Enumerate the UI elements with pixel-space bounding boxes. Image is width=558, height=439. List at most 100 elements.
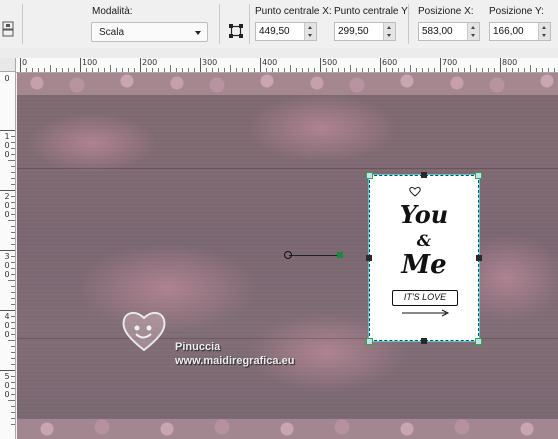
ruler-minor-tick (194, 68, 195, 72)
toolbar-gap (0, 48, 558, 58)
ruler-minor-tick (104, 68, 105, 72)
ruler-minor-tick (8, 220, 15, 221)
edge-handle[interactable] (366, 255, 372, 261)
ruler-minor-tick (11, 322, 15, 323)
ruler-minor-tick (422, 68, 423, 72)
ruler-minor-tick (494, 68, 495, 72)
position-y-stepper[interactable] (538, 23, 550, 40)
ruler-label: 3 (4, 252, 10, 261)
ruler-minor-tick (206, 68, 207, 72)
image-canvas[interactable]: Pinuccia www.maidiregrafica.eu You & Me … (17, 73, 558, 439)
ruler-minor-tick (86, 68, 87, 72)
ruler-minor-tick (542, 68, 543, 72)
rotation-handle[interactable] (337, 252, 343, 258)
position-y-label: Posizione Y: (489, 6, 544, 17)
ruler-minor-tick (11, 328, 15, 329)
ruler-minor-tick (11, 394, 15, 395)
ruler-minor-tick (224, 68, 225, 72)
ruler-label: 600 (382, 58, 398, 67)
ruler-label: 2 (4, 192, 10, 201)
corner-handle[interactable] (366, 338, 373, 345)
pivot-y-stepper[interactable] (383, 23, 395, 40)
ruler-minor-tick (11, 358, 15, 359)
pivot-y-input[interactable]: 299,50 (334, 22, 396, 41)
ruler-minor-tick (11, 286, 15, 287)
mode-dropdown[interactable]: Scala (91, 22, 208, 42)
position-y-value: 166,00 (493, 26, 524, 37)
ruler-minor-tick (11, 202, 15, 203)
ruler-minor-tick (11, 298, 15, 299)
ruler-minor-tick (11, 232, 15, 233)
chevron-down-icon (195, 31, 201, 35)
ruler-minor-tick (44, 68, 45, 72)
ruler-minor-tick (524, 68, 525, 72)
ruler-minor-tick (11, 256, 15, 257)
ruler-minor-tick (308, 68, 309, 72)
ruler-minor-tick (11, 364, 15, 365)
ruler-label: 0 (4, 270, 10, 279)
position-x-input[interactable]: 583,00 (418, 22, 480, 41)
pivot-point[interactable] (284, 251, 292, 259)
ruler-label: 0 (4, 390, 10, 399)
ruler-minor-tick (428, 68, 429, 72)
ruler-minor-tick (230, 65, 231, 72)
ruler-minor-tick (11, 412, 15, 413)
position-x-stepper[interactable] (467, 23, 479, 40)
edge-handle[interactable] (421, 172, 427, 178)
ruler-minor-tick (170, 65, 171, 72)
ruler-minor-tick (350, 65, 351, 72)
ruler-minor-tick (476, 68, 477, 72)
ruler-minor-tick (56, 68, 57, 72)
ruler-minor-tick (554, 68, 555, 72)
ruler-minor-tick (488, 68, 489, 72)
ruler-minor-tick (482, 68, 483, 72)
ruler-tick (320, 58, 321, 72)
ruler-minor-tick (410, 65, 411, 72)
edge-handle[interactable] (421, 338, 427, 344)
background-glow (247, 93, 397, 163)
ruler-minor-tick (470, 65, 471, 72)
pivot-x-stepper[interactable] (304, 23, 316, 40)
ruler-label: 800 (502, 58, 518, 67)
position-y-input[interactable]: 166,00 (489, 22, 551, 41)
ruler-minor-tick (416, 68, 417, 72)
toolbar-separator (249, 4, 250, 44)
selected-layer[interactable]: You & Me IT'S LOVE (369, 175, 479, 341)
ruler-minor-tick (11, 142, 15, 143)
horizontal-ruler[interactable]: 0 100 200 300 400 500 600 700 800 (0, 58, 558, 73)
ruler-label: 400 (262, 58, 278, 67)
vertical-ruler[interactable]: 0100200300400500 (0, 72, 16, 439)
mode-label: Modalità: (92, 6, 133, 17)
position-x-value: 583,00 (422, 26, 453, 37)
corner-handle[interactable] (475, 172, 482, 179)
corner-handle[interactable] (475, 338, 482, 345)
ruler-minor-tick (296, 68, 297, 72)
layer-icon[interactable] (2, 20, 14, 38)
ruler-minor-tick (8, 280, 15, 281)
ruler-minor-tick (254, 68, 255, 72)
ruler-minor-tick (404, 68, 405, 72)
toolbar-separator (22, 4, 23, 44)
ruler-label: 200 (142, 58, 158, 67)
ruler-minor-tick (506, 68, 507, 72)
ruler-tick (80, 58, 81, 72)
ruler-minor-tick (11, 166, 15, 167)
ruler-minor-tick (11, 292, 15, 293)
pick-mode-icon[interactable] (229, 24, 243, 38)
card-text-and: & (416, 231, 432, 250)
ruler-tick (0, 250, 15, 251)
ruler-label: 0 (4, 141, 10, 150)
edge-handle[interactable] (476, 255, 482, 261)
ruler-label: 0 (4, 381, 10, 390)
corner-handle[interactable] (366, 172, 373, 179)
ruler-minor-tick (134, 68, 135, 72)
pivot-x-input[interactable]: 449,50 (255, 22, 317, 41)
ruler-minor-tick (8, 400, 15, 401)
arrow-icon (402, 309, 450, 317)
ruler-minor-tick (392, 68, 393, 72)
ruler-minor-tick (536, 68, 537, 72)
ruler-minor-tick (458, 68, 459, 72)
toolbar-separator (408, 4, 409, 44)
pivot-x-label: Punto centrale X: (255, 6, 332, 17)
ruler-minor-tick (68, 68, 69, 72)
